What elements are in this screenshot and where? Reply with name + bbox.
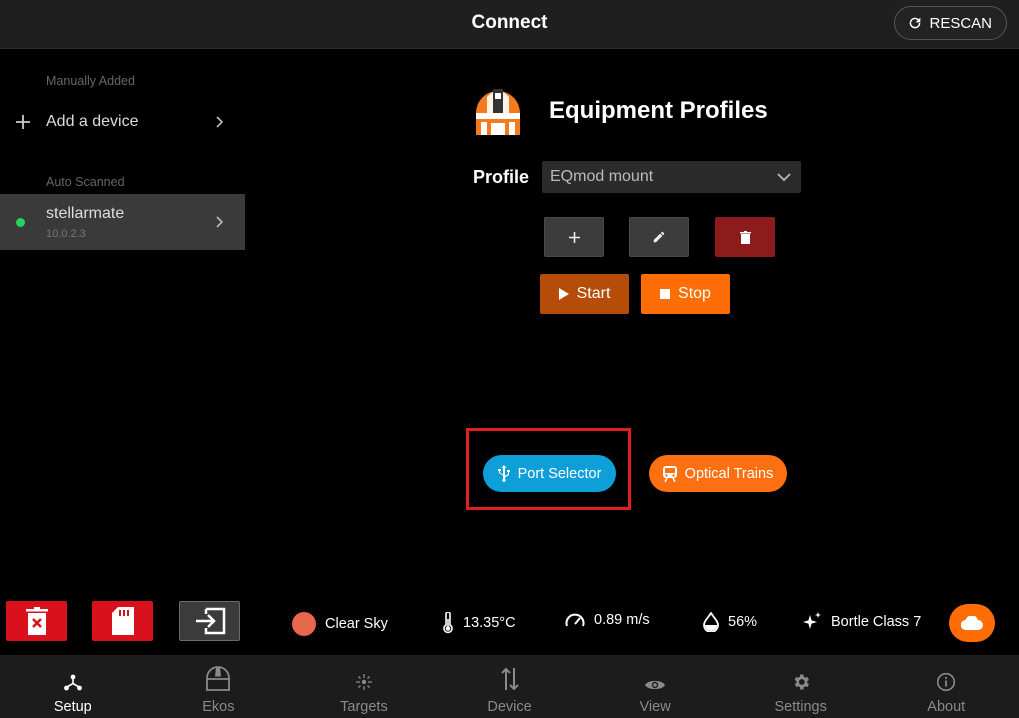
port-selector-button[interactable]: Port Selector [483,455,616,492]
device-name: stellarmate [46,204,125,222]
usb-icon [497,465,510,482]
temperature-status: 13.35°C [442,612,516,634]
port-selector-label: Port Selector [517,465,602,482]
gear-icon [791,666,811,692]
nav-label: About [927,699,966,715]
stop-button[interactable]: Stop [641,274,730,314]
start-button[interactable]: Start [540,274,629,314]
chevron-right-icon [195,212,245,233]
stop-label: Stop [678,285,711,302]
auto-section-label: Auto Scanned [46,175,125,189]
nav-view[interactable]: View [582,655,728,718]
chevron-right-icon [195,112,245,133]
nav-about[interactable]: About [873,655,1019,718]
target-icon [354,666,374,692]
logout-button[interactable] [179,601,240,641]
manual-section-label: Manually Added [46,74,135,88]
delete-profile-button[interactable] [715,217,775,257]
add-device-row[interactable]: Add a device [0,94,245,150]
profile-dropdown[interactable]: EQmod mount [542,161,801,193]
eye-icon [644,666,666,692]
profile-label: Profile [473,167,530,187]
plus-icon [568,231,580,243]
sd-card-icon [111,607,134,635]
add-profile-button[interactable] [544,217,604,257]
info-icon [936,666,956,692]
trash-x-icon [25,607,48,635]
nav-settings[interactable]: Settings [728,655,874,718]
nav-device[interactable]: Device [437,655,583,718]
sky-status: Clear Sky [292,612,388,636]
sparkle-icon [803,612,821,629]
page-title: Connect [471,12,548,33]
sd-card-button[interactable] [92,601,153,641]
nav-ekos[interactable]: Ekos [146,655,292,718]
stop-icon [660,289,671,299]
online-status-dot [15,217,25,227]
bottom-navigation: Setup Ekos Targets Device View Settings [0,655,1019,718]
nav-targets[interactable]: Targets [291,655,437,718]
play-icon [558,288,569,300]
nav-label: Settings [774,699,827,715]
exit-icon [195,607,225,635]
humidity-status: 56% [703,612,757,632]
plus-icon [0,115,46,129]
thermometer-icon [443,612,453,634]
nav-setup[interactable]: Setup [0,655,146,718]
add-device-label: Add a device [46,113,139,130]
water-drop-icon [703,612,719,632]
observatory-icon [476,89,520,135]
nav-label: Setup [53,699,92,715]
setup-icon [63,666,83,692]
observatory-dome-icon [205,666,231,692]
rescan-button[interactable]: RESCAN [894,6,1007,40]
wind-value: 0.89 m/s [594,612,650,628]
trash-icon [739,230,751,244]
device-row-stellarmate[interactable]: stellarmate 10.0.2.3 [0,194,245,250]
speedometer-icon [565,613,585,627]
humidity-value: 56% [728,614,758,630]
temperature-value: 13.35°C [463,615,516,631]
equipment-profiles-heading: Equipment Profiles [549,97,768,124]
nav-label: Ekos [202,699,235,715]
edit-profile-button[interactable] [629,217,689,257]
chevron-down-icon [777,172,791,181]
pencil-icon [653,231,665,243]
nav-label: Targets [340,699,388,715]
nav-label: Device [487,699,532,715]
train-icon [662,465,677,482]
bortle-value: Bortle Class 7 [831,614,922,630]
clear-data-button[interactable] [6,601,67,641]
wind-status: 0.89 m/s [565,612,650,628]
swap-vertical-icon [500,666,520,692]
rescan-label: RESCAN [929,14,992,32]
top-app-bar: Connect RESCAN [0,0,1019,49]
nav-label: View [639,699,671,715]
bortle-status: Bortle Class 7 [802,612,921,632]
start-label: Start [576,285,611,302]
device-ip: 10.0.2.3 [46,227,86,240]
optical-trains-label: Optical Trains [684,465,774,482]
refresh-icon [910,17,921,29]
optical-trains-button[interactable]: Optical Trains [649,455,787,492]
cloud-icon [961,616,983,630]
sky-label: Clear Sky [325,616,388,632]
selected-profile: EQmod mount [550,168,654,185]
cloud-button[interactable] [949,604,995,642]
sky-condition-icon [292,612,316,636]
